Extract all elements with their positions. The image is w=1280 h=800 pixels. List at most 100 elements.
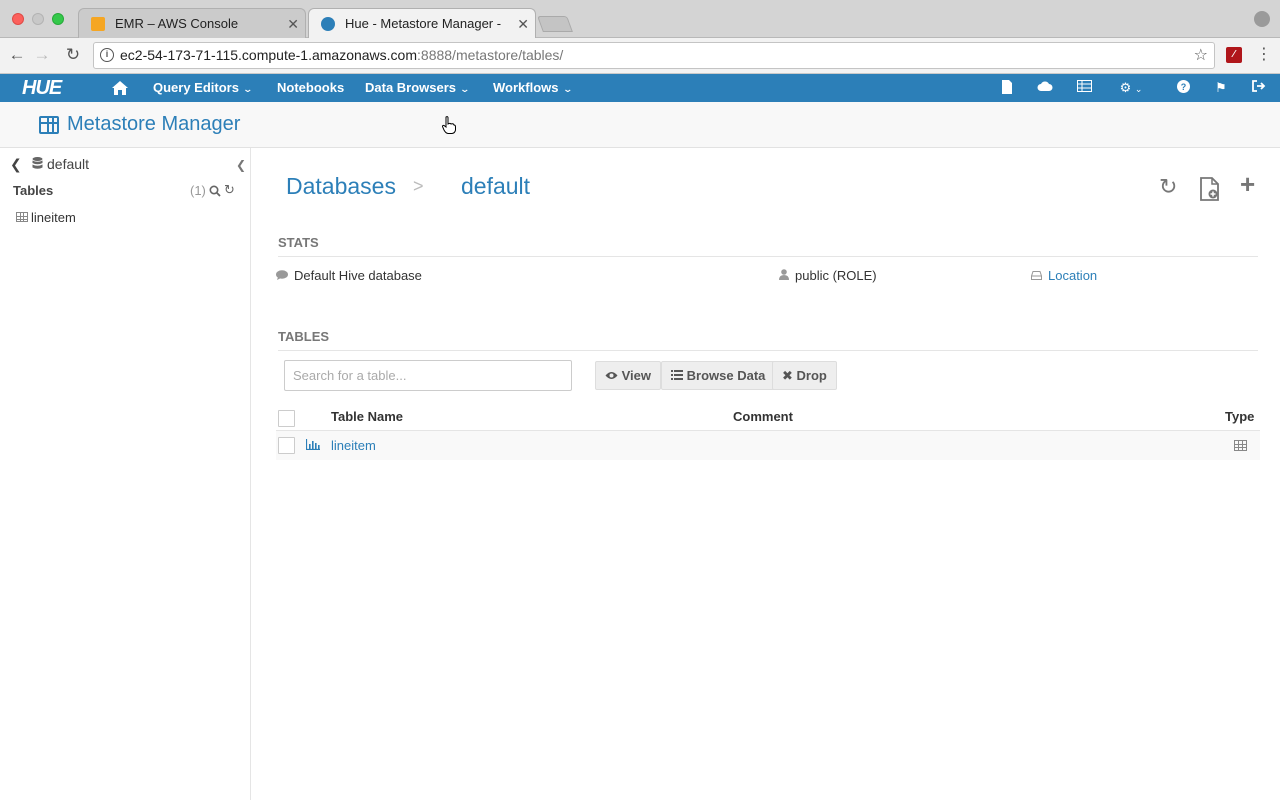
file-icon[interactable] [999, 80, 1015, 96]
bar-chart-icon[interactable] [306, 439, 320, 450]
browser-tab-emr[interactable]: EMR – AWS Console ✕ [78, 8, 306, 38]
create-table-from-file-icon[interactable] [1200, 177, 1220, 201]
chevron-down-icon: ⌄ [459, 84, 471, 94]
table-icon [39, 116, 59, 134]
table-icon [1234, 440, 1247, 451]
search-icon[interactable] [209, 185, 221, 197]
collapse-sidebar-icon[interactable]: ❮ [236, 158, 246, 172]
home-icon[interactable] [111, 79, 129, 97]
tab-close-icon[interactable]: ✕ [287, 9, 299, 38]
row-checkbox[interactable] [278, 437, 295, 454]
refresh-icon[interactable]: ↻ [224, 182, 235, 198]
database-comment: Default Hive database [294, 268, 422, 283]
table-icon[interactable] [1076, 80, 1092, 96]
stat-owner: public (ROLE) [779, 268, 877, 283]
breadcrumb-current-database[interactable]: default [461, 173, 530, 200]
chevron-left-icon[interactable]: ❮ [10, 156, 22, 173]
window-minimize-button[interactable] [32, 13, 44, 25]
database-owner: public (ROLE) [795, 268, 877, 283]
chevron-down-icon: ⌄ [561, 84, 573, 94]
tables-heading: TABLES [278, 329, 1258, 351]
browse-data-button-label: Browse Data [686, 368, 766, 383]
nav-data-browsers[interactable]: Data Browsers ⌄ [365, 74, 471, 102]
sidebar-database-name[interactable]: default [47, 156, 89, 172]
comment-icon [276, 270, 288, 283]
page-header: Metastore Manager [0, 102, 1280, 148]
aws-favicon-icon [91, 17, 105, 31]
column-header-table-name[interactable]: Table Name [331, 409, 403, 424]
refresh-icon[interactable]: ↻ [1159, 176, 1177, 198]
nav-item-label: Query Editors [153, 80, 239, 95]
drop-button[interactable]: ✖ Drop [772, 361, 837, 390]
svg-text:?: ? [1180, 82, 1186, 92]
database-icon [32, 157, 43, 169]
tables-table-header: Table Name Comment Type [276, 403, 1260, 431]
nav-notebooks[interactable]: Notebooks [277, 74, 344, 102]
flag-icon[interactable]: ⚑ [1213, 80, 1229, 96]
url-host: ec2-54-173-71-115.compute-1.amazonaws.co… [120, 47, 418, 63]
cogs-icon[interactable]: ⚙ ⌄ [1114, 80, 1148, 96]
browser-menu-icon[interactable]: ⋮ [1256, 45, 1272, 65]
url-path: :8888/metastore/tables/ [417, 47, 564, 63]
hue-favicon-icon [321, 17, 335, 31]
add-icon[interactable]: + [1240, 171, 1255, 197]
tab-close-icon[interactable]: ✕ [517, 9, 529, 39]
sidebar-tables-count: (1) [190, 183, 206, 198]
tab-title: EMR – AWS Console [115, 16, 239, 31]
bookmark-star-icon[interactable]: ☆ [1194, 43, 1208, 68]
tab-title: Hue - Metastore Manager - Me [345, 16, 505, 31]
stat-comment: Default Hive database [276, 268, 422, 283]
profile-icon[interactable] [1254, 11, 1270, 27]
sidebar-tables-label: Tables [13, 183, 54, 198]
view-button[interactable]: View [595, 361, 662, 390]
browser-tab-bar: EMR – AWS Console ✕ Hue - Metastore Mana… [0, 0, 1280, 39]
reload-icon[interactable]: ↻ [62, 44, 84, 66]
hdd-icon [1031, 271, 1042, 283]
logout-icon[interactable] [1251, 80, 1267, 96]
back-arrow-icon[interactable]: ← [6, 44, 28, 66]
nav-query-editors[interactable]: Query Editors ⌄ [153, 74, 254, 102]
main-content: Databases > default ↻ + STATS Default Hi… [252, 148, 1280, 800]
user-icon [779, 269, 789, 283]
page-title: Metastore Manager [67, 113, 241, 135]
list-icon [671, 368, 687, 383]
window-close-button[interactable] [12, 13, 24, 25]
table-search-input[interactable] [284, 360, 572, 391]
breadcrumb-separator: > [413, 176, 424, 196]
location-link[interactable]: Location [1048, 268, 1097, 283]
drop-button-label: Drop [796, 368, 827, 383]
nav-item-label: Workflows [493, 80, 559, 95]
sidebar-item-lineitem[interactable]: lineitem [31, 210, 76, 225]
assist-sidebar: ❮ default ❮ Tables (1) ↻ lineitem [0, 148, 251, 800]
view-button-label: View [621, 368, 652, 383]
nav-item-label: Notebooks [277, 80, 345, 95]
browser-toolbar: ← → ↻ i ec2-54-173-71-115.compute-1.amaz… [0, 38, 1280, 74]
eye-icon [605, 368, 622, 383]
help-icon[interactable]: ? [1175, 80, 1191, 96]
table-name-link[interactable]: lineitem [331, 438, 376, 453]
pdf-extension-icon[interactable]: ⁄ [1226, 47, 1242, 63]
chevron-down-icon: ⌄ [242, 84, 254, 94]
select-all-checkbox[interactable] [278, 410, 295, 427]
window-maximize-button[interactable] [52, 13, 64, 25]
browse-data-button[interactable]: Browse Data [661, 361, 776, 390]
nav-workflows[interactable]: Workflows ⌄ [493, 74, 573, 102]
table-row: lineitem [276, 431, 1260, 460]
close-icon: ✖ [782, 368, 793, 383]
nav-item-label: Data Browsers [365, 80, 457, 95]
stats-heading: STATS [278, 235, 1258, 257]
column-header-type[interactable]: Type [1225, 409, 1254, 424]
stat-location: Location [1031, 268, 1097, 283]
column-header-comment[interactable]: Comment [733, 409, 793, 424]
browser-tab-hue[interactable]: Hue - Metastore Manager - Me ✕ [308, 8, 536, 39]
breadcrumb-databases[interactable]: Databases [286, 173, 396, 200]
hue-logo[interactable]: HUE [22, 77, 62, 99]
new-tab-button[interactable] [537, 16, 573, 32]
forward-arrow-icon[interactable]: → [31, 44, 53, 66]
address-bar[interactable]: i ec2-54-173-71-115.compute-1.amazonaws.… [93, 42, 1215, 69]
info-icon[interactable]: i [100, 48, 114, 62]
hue-navbar: HUE Query Editors ⌄ Notebooks Data Browse… [0, 74, 1280, 102]
cloud-icon[interactable] [1037, 80, 1053, 96]
table-icon [16, 212, 28, 222]
hand-cursor-icon [442, 116, 456, 134]
